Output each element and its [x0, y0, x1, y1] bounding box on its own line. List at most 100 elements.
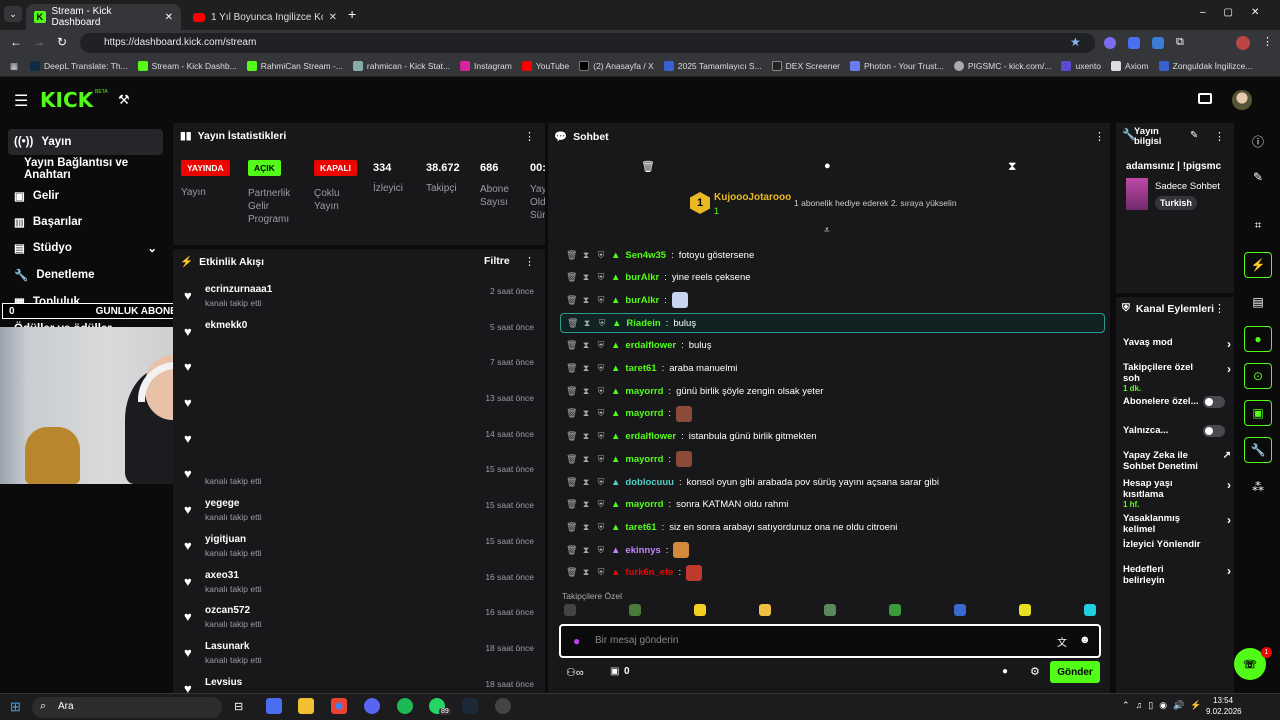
- file-explorer-icon[interactable]: [298, 698, 314, 714]
- chat-username[interactable]: mayorrd: [625, 408, 663, 419]
- event-username[interactable]: yigitjuan: [205, 534, 246, 545]
- taskbar-search[interactable]: ⌕ Ara: [32, 697, 222, 718]
- timeout-hourglass-icon[interactable]: ⧗: [581, 567, 591, 578]
- obs-icon[interactable]: [495, 698, 511, 714]
- timeout-hourglass-icon[interactable]: ⧗: [581, 545, 591, 556]
- bookmark-axiom[interactable]: Axiom: [1111, 61, 1149, 71]
- timeout-hourglass-icon[interactable]: ⧗: [581, 250, 591, 261]
- emote-icon[interactable]: [1084, 604, 1096, 616]
- bookmark-2025[interactable]: 2025 Tamamlayıcı S...: [663, 61, 762, 71]
- chat-username[interactable]: mayorrd: [625, 386, 663, 397]
- profile-avatar[interactable]: [1236, 36, 1250, 50]
- emote-icon[interactable]: [629, 604, 641, 616]
- extension-icon[interactable]: [1128, 37, 1140, 49]
- top-gifter-name[interactable]: KujoooJotarooo: [714, 192, 791, 203]
- timeout-hourglass-icon[interactable]: ⧗: [581, 272, 591, 283]
- event-username[interactable]: Lasunark: [205, 641, 249, 652]
- trash-icon[interactable]: 🗑: [566, 272, 577, 283]
- trash-icon[interactable]: 🗑: [566, 408, 577, 419]
- event-username[interactable]: ozcan572: [205, 605, 250, 616]
- lightning-icon[interactable]: ⚡: [1244, 252, 1272, 278]
- shield-icon[interactable]: ⛨: [596, 386, 606, 397]
- event-username[interactable]: ekmekk0: [205, 320, 247, 331]
- tab-search-button[interactable]: ⌄: [4, 6, 22, 22]
- chat-username[interactable]: furk6n_efe: [625, 567, 673, 578]
- send-button[interactable]: Gönder: [1050, 661, 1100, 683]
- extension-icon[interactable]: [1152, 37, 1164, 49]
- document-icon[interactable]: ▤: [1244, 289, 1272, 315]
- kick-logo[interactable]: KICK: [40, 88, 93, 112]
- shield-icon[interactable]: ⛨: [597, 318, 607, 329]
- shield-icon[interactable]: ⛨: [596, 408, 606, 419]
- chat-message[interactable]: 🗑 ⧗ ⛨ ▲ taret61: araba manuelmi: [560, 359, 1105, 379]
- chat-username[interactable]: mayorrd: [625, 499, 663, 510]
- trash-icon[interactable]: 🗑: [566, 522, 577, 533]
- chrome-icon[interactable]: [331, 698, 347, 714]
- trash-icon[interactable]: 🗑: [566, 545, 577, 556]
- emote-icon[interactable]: [759, 604, 771, 616]
- sidebar-item-gelir[interactable]: ▣ Gelir: [8, 183, 163, 209]
- channel-action-item[interactable]: Hedefleri belirleyin ›: [1123, 564, 1231, 588]
- toggle-switch[interactable]: [1203, 425, 1225, 437]
- new-tab-button[interactable]: +: [348, 6, 356, 22]
- shield-icon[interactable]: ⛨: [596, 454, 606, 465]
- bookmark-rahmican-stream[interactable]: RahmiCan Stream -...: [246, 61, 343, 71]
- hourglass-icon[interactable]: ⧗: [1008, 159, 1016, 174]
- chat-input[interactable]: Bir mesaj gönderin: [595, 635, 678, 646]
- url-field[interactable]: https://dashboard.kick.com/stream: [80, 33, 1095, 53]
- dashboard-layout-icon[interactable]: [1198, 93, 1212, 104]
- hamburger-menu-icon[interactable]: ☰: [14, 91, 28, 111]
- chat-username[interactable]: mayorrd: [625, 454, 663, 465]
- shield-icon[interactable]: ⛨: [596, 567, 606, 578]
- chat-message[interactable]: 🗑 ⧗ ⛨ ▲ erdalflower: buluş: [560, 336, 1105, 356]
- timeout-hourglass-icon[interactable]: ⧗: [581, 499, 591, 510]
- trash-icon[interactable]: 🗑: [566, 477, 577, 488]
- bookmark-deepl[interactable]: DeepL Translate: Th...: [30, 61, 128, 71]
- chat-message[interactable]: 🗑 ⧗ ⛨ ▲ mayorrd: sonra KATMAN oldu rahmi: [560, 495, 1105, 515]
- trash-icon[interactable]: 🗑: [566, 295, 577, 306]
- sidebar-item-denetleme[interactable]: 🔧 Denetleme: [8, 262, 163, 288]
- toggle-switch[interactable]: [1203, 396, 1225, 408]
- chat-message[interactable]: 🗑 ⧗ ⛨ ▲ mayorrd:: [560, 404, 1105, 424]
- bookmark-star-icon[interactable]: ★: [1070, 35, 1081, 49]
- infinity-icon[interactable]: ⚇∞: [566, 666, 584, 679]
- reload-icon[interactable]: ↻: [57, 35, 67, 49]
- channel-action-item[interactable]: Yalnızca...: [1123, 425, 1231, 449]
- timeout-hourglass-icon[interactable]: ⧗: [581, 408, 591, 419]
- microphone-icon[interactable]: ●: [573, 634, 580, 648]
- trash-icon[interactable]: 🗑: [566, 340, 577, 351]
- shield-icon[interactable]: ⛨: [596, 250, 606, 261]
- edit-pencil-icon[interactable]: ✎: [1244, 164, 1272, 190]
- extension-icon[interactable]: [1104, 37, 1116, 49]
- shield-icon[interactable]: ⛨: [596, 477, 606, 488]
- chat-username[interactable]: Riadein: [626, 318, 660, 329]
- emote-icon[interactable]: [564, 604, 576, 616]
- bookmark-photon[interactable]: Photon - Your Trust...: [850, 61, 944, 71]
- taskbar-app-icon[interactable]: [266, 698, 282, 714]
- channel-action-item[interactable]: Yavaş mod ›: [1123, 337, 1231, 361]
- chat-username[interactable]: taret61: [625, 522, 656, 533]
- channel-action-item[interactable]: Abonelere özel...: [1123, 396, 1231, 420]
- spotify-icon[interactable]: [397, 698, 413, 714]
- timeout-hourglass-icon[interactable]: ⧗: [581, 363, 591, 374]
- close-tab-icon[interactable]: ✕: [165, 12, 173, 23]
- translate-icon[interactable]: 文: [1057, 634, 1067, 649]
- shield-icon[interactable]: ⛨: [596, 431, 606, 442]
- hammer-icon[interactable]: ⚒: [118, 92, 130, 108]
- bookmark-pigsmc[interactable]: PIGSMC - kick.com/...: [953, 61, 1051, 71]
- panel-menu-icon[interactable]: ⋮: [524, 255, 535, 268]
- bookmark-dex[interactable]: DEX Screener: [771, 61, 840, 71]
- chat-message[interactable]: 🗑 ⧗ ⛨ ▲ Sen4w35: fotoyu göstersene: [560, 245, 1105, 265]
- collapse-pin-icon[interactable]: ⩡: [824, 225, 830, 236]
- sidebar-item-stream-key[interactable]: Yayın Bağlantısı ve Anahtarı: [18, 156, 173, 182]
- user-avatar[interactable]: [1232, 90, 1252, 110]
- channel-action-item[interactable]: İzleyici Yönlendir: [1123, 539, 1231, 563]
- event-username[interactable]: ecrinzurnaaa1: [205, 284, 272, 295]
- shield-icon[interactable]: ⛨: [596, 545, 606, 556]
- event-username[interactable]: yegege: [205, 498, 239, 509]
- emote-icon[interactable]: [1019, 604, 1031, 616]
- extensions-puzzle-icon[interactable]: ⧉: [1176, 36, 1184, 49]
- chat-icon[interactable]: ●: [824, 160, 831, 172]
- layout-icon[interactable]: ▣: [1244, 400, 1272, 426]
- tab-kick-dashboard[interactable]: K Stream - Kick Dashboard ✕: [26, 4, 181, 30]
